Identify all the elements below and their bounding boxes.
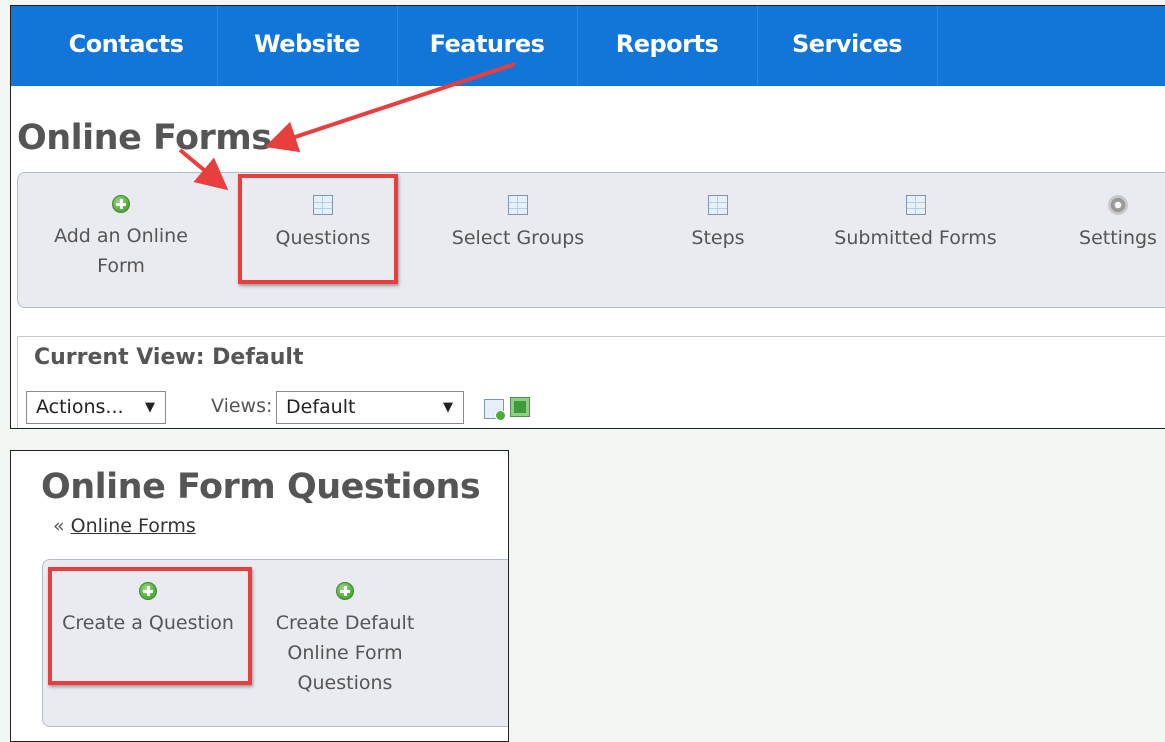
views-label: Views: xyxy=(211,395,273,417)
toolbar-label: Create Default Online Form Questions xyxy=(275,612,415,694)
gear-icon xyxy=(1108,195,1128,215)
add-online-form-button[interactable]: Add an Online Form xyxy=(46,173,196,307)
dropdown-arrow-icon: ▼ xyxy=(443,400,453,415)
plus-circle-icon xyxy=(112,195,130,213)
dropdown-arrow-icon: ▼ xyxy=(145,400,155,415)
nav-item-reports[interactable]: Reports xyxy=(577,6,758,86)
plus-circle-icon xyxy=(336,582,354,600)
actions-dropdown[interactable]: Actions... ▼ xyxy=(26,391,166,424)
new-view-icon[interactable] xyxy=(484,399,506,421)
toolbar-label: Submitted Forms xyxy=(834,227,997,249)
edit-view-icon[interactable] xyxy=(510,397,530,417)
online-forms-screenshot: Contacts Website Features Reports Servic… xyxy=(10,5,1165,429)
online-forms-toolbar: Add an Online Form Questions Select Grou… xyxy=(17,172,1165,308)
select-groups-button[interactable]: Select Groups xyxy=(438,173,598,307)
create-question-callout-box xyxy=(48,567,252,685)
page-title: Online Forms xyxy=(17,118,272,158)
views-dropdown[interactable]: Default ▼ xyxy=(276,391,464,424)
breadcrumb-prefix: « xyxy=(53,515,65,537)
current-view-label: Current View: Default xyxy=(34,345,304,370)
breadcrumb-online-forms-link[interactable]: Online Forms xyxy=(71,515,196,537)
grid-icon xyxy=(708,195,728,215)
toolbar-label: Select Groups xyxy=(451,227,585,249)
nav-item-services[interactable]: Services xyxy=(757,6,938,86)
refresh-arrow-icon xyxy=(514,401,526,413)
submitted-forms-button[interactable]: Submitted Forms xyxy=(818,173,1013,307)
page-title: Online Form Questions xyxy=(41,467,481,507)
toolbar-label: Steps xyxy=(691,227,745,249)
nav-item-features[interactable]: Features xyxy=(397,6,578,86)
toolbar-label: Settings xyxy=(1079,227,1157,249)
toolbar-label: Add an Online Form xyxy=(54,225,188,277)
current-view-section: Current View: Default Actions... ▼ Views… xyxy=(17,336,1165,428)
nav-item-website[interactable]: Website xyxy=(217,6,398,86)
questions-callout-box xyxy=(238,174,398,284)
plus-badge-icon xyxy=(495,410,506,421)
top-nav-bar: Contacts Website Features Reports Servic… xyxy=(11,6,1165,86)
steps-button[interactable]: Steps xyxy=(658,173,778,307)
grid-icon xyxy=(905,195,926,215)
breadcrumb: « Online Forms xyxy=(53,515,196,537)
create-default-questions-button[interactable]: Create Default Online Form Questions xyxy=(265,560,425,720)
nav-item-contacts[interactable]: Contacts xyxy=(35,6,218,86)
settings-button[interactable]: Settings xyxy=(1068,173,1165,307)
actions-dropdown-value: Actions... xyxy=(36,396,124,418)
views-dropdown-value: Default xyxy=(286,396,356,418)
grid-icon xyxy=(508,195,528,215)
